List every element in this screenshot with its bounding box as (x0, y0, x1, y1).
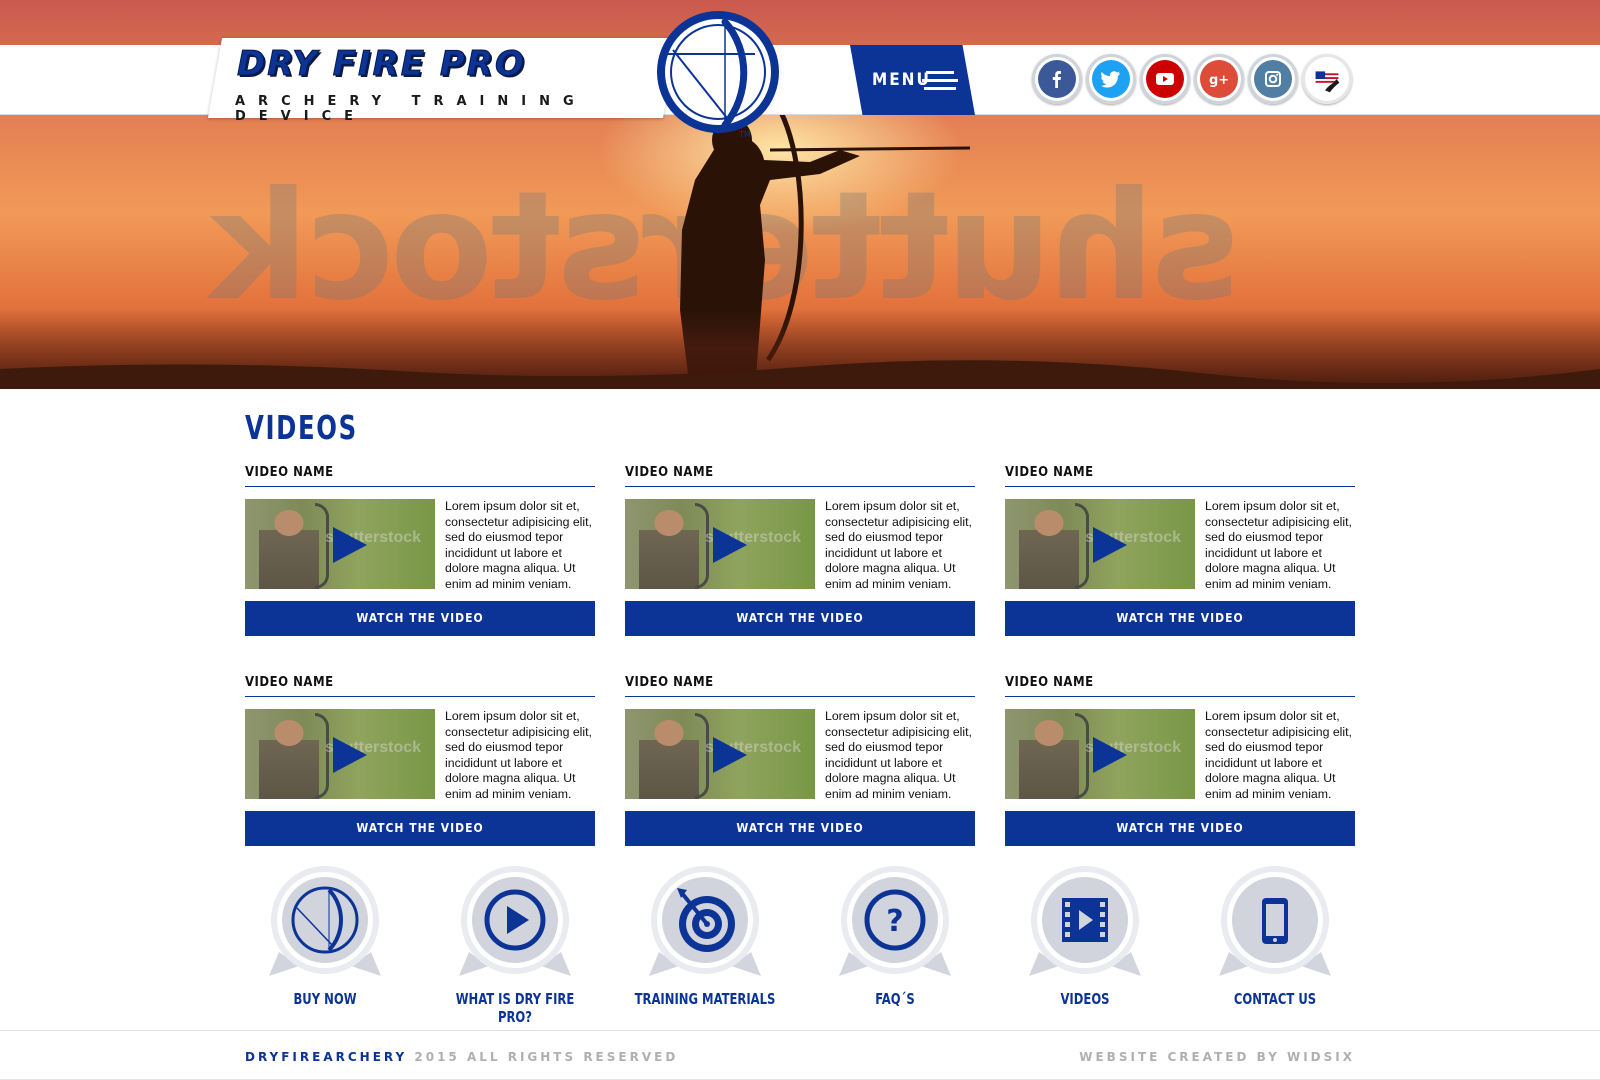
facebook-button[interactable] (1032, 54, 1082, 104)
medal-badge (1219, 866, 1331, 976)
footer-copyright: DRYFIREARCHERY 2015 ALL RIGHTS RESERVED (245, 1050, 678, 1064)
instagram-icon (1254, 60, 1292, 98)
nav-label: BUY NOW (293, 990, 357, 1008)
video-description: Lorem ipsum dolor sit et, consectetur ad… (1205, 709, 1352, 801)
nav-label: FAQ´S (875, 990, 915, 1008)
medal-badge: ? (839, 866, 951, 976)
american-made-badge[interactable] (1302, 54, 1352, 104)
video-thumbnail[interactable]: shutterstock (625, 499, 815, 589)
footer-credit[interactable]: WEBSITE CREATED BY WIDSIX (1079, 1050, 1355, 1064)
medal-badge (1029, 866, 1141, 976)
facebook-icon (1038, 60, 1076, 98)
video-card: VIDEO NAME shutterstock Lorem ipsum dolo… (245, 465, 595, 636)
nav-label: WHAT IS DRY FIRE PRO? (455, 990, 575, 1026)
google-plus-button[interactable]: g+ (1194, 54, 1244, 104)
svg-text:?: ? (886, 904, 903, 939)
logo[interactable]: DRY FIRE PRO ARCHERY TRAINING DEVICE (215, 38, 675, 125)
footer-rights: 2015 ALL RIGHTS RESERVED (414, 1050, 679, 1064)
medal-badge (649, 866, 761, 976)
nav-training-materials[interactable]: TRAINING MATERIALS (620, 866, 790, 1016)
twitter-button[interactable] (1086, 54, 1136, 104)
thumbnail-archer (639, 715, 699, 799)
nav-label: VIDEOS (1060, 990, 1110, 1008)
footer: DRYFIREARCHERY 2015 ALL RIGHTS RESERVED … (0, 1030, 1600, 1080)
medal-badge (269, 866, 381, 976)
logo-title: DRY FIRE PRO (237, 44, 526, 85)
twitter-icon (1092, 60, 1130, 98)
instagram-button[interactable] (1248, 54, 1298, 104)
thumbnail-archer (259, 505, 319, 589)
video-card: VIDEO NAME shutterstock Lorem ipsum dolo… (1005, 675, 1355, 846)
menu-button[interactable]: MENU (850, 45, 975, 115)
phone-icon (1262, 898, 1288, 944)
hamburger-icon (922, 71, 958, 91)
nav-buy-now[interactable]: BUY NOW (240, 866, 410, 1016)
video-name: VIDEO NAME (245, 675, 595, 697)
video-name: VIDEO NAME (1005, 675, 1355, 697)
film-icon (1062, 898, 1108, 942)
video-description: Lorem ipsum dolor sit et, consectetur ad… (445, 499, 592, 591)
video-description: Lorem ipsum dolor sit et, consectetur ad… (825, 499, 972, 591)
logo-subtitle: ARCHERY TRAINING DEVICE (235, 94, 587, 124)
play-icon[interactable] (333, 737, 367, 773)
video-card: VIDEO NAME shutterstock Lorem ipsum dolo… (1005, 465, 1355, 636)
play-icon[interactable] (333, 527, 367, 563)
watch-video-button[interactable]: WATCH THE VIDEO (245, 601, 595, 636)
play-icon[interactable] (1093, 527, 1127, 563)
google-plus-icon: g+ (1200, 60, 1238, 98)
thumbnail-archer (259, 715, 319, 799)
hero-grass (0, 360, 1600, 389)
youtube-icon (1146, 60, 1184, 98)
thumbnail-archer (1019, 715, 1079, 799)
bow-emblem-icon[interactable]: TM (655, 10, 785, 140)
video-thumbnail[interactable]: shutterstock (625, 709, 815, 799)
video-description: Lorem ipsum dolor sit et, consectetur ad… (825, 709, 972, 801)
watch-video-button[interactable]: WATCH THE VIDEO (1005, 811, 1355, 846)
nav-faqs[interactable]: ? FAQ´S (810, 866, 980, 1016)
play-icon[interactable] (713, 737, 747, 773)
video-thumbnail[interactable]: shutterstock (1005, 499, 1195, 589)
watch-video-button[interactable]: WATCH THE VIDEO (625, 811, 975, 846)
thumbnail-archer (639, 505, 699, 589)
video-card: VIDEO NAME shutterstock Lorem ipsum dolo… (625, 675, 975, 846)
video-name: VIDEO NAME (625, 675, 975, 697)
thumbnail-archer (1019, 505, 1079, 589)
watch-video-button[interactable]: WATCH THE VIDEO (245, 811, 595, 846)
nav-contact-us[interactable]: CONTACT US (1190, 866, 1360, 1016)
video-card: VIDEO NAME shutterstock Lorem ipsum dolo… (625, 465, 975, 636)
watch-video-button[interactable]: WATCH THE VIDEO (625, 601, 975, 636)
nav-videos[interactable]: VIDEOS (1000, 866, 1170, 1016)
nav-what-is-dry-fire-pro[interactable]: WHAT IS DRY FIRE PRO? (430, 866, 600, 1026)
video-name: VIDEO NAME (245, 465, 595, 487)
play-icon[interactable] (713, 527, 747, 563)
video-description: Lorem ipsum dolor sit et, consectetur ad… (1205, 499, 1352, 591)
watch-video-button[interactable]: WATCH THE VIDEO (1005, 601, 1355, 636)
nav-label: CONTACT US (1233, 990, 1317, 1008)
footer-brand-link[interactable]: DRYFIREARCHERY (245, 1050, 407, 1064)
video-thumbnail[interactable]: shutterstock (245, 709, 435, 799)
video-name: VIDEO NAME (1005, 465, 1355, 487)
video-thumbnail[interactable]: shutterstock (245, 499, 435, 589)
trademark-label: TM (738, 130, 751, 139)
video-card: VIDEO NAME shutterstock Lorem ipsum dolo… (245, 675, 595, 846)
video-description: Lorem ipsum dolor sit et, consectetur ad… (445, 709, 592, 801)
video-name: VIDEO NAME (625, 465, 975, 487)
page-title: VIDEOS (245, 408, 358, 447)
svg-text:g+: g+ (1209, 73, 1229, 87)
usa-flag-badge-icon (1308, 60, 1346, 98)
youtube-button[interactable] (1140, 54, 1190, 104)
video-thumbnail[interactable]: shutterstock (1005, 709, 1195, 799)
play-icon[interactable] (1093, 737, 1127, 773)
nav-label: TRAINING MATERIALS (634, 990, 776, 1008)
medal-badge (459, 866, 571, 976)
